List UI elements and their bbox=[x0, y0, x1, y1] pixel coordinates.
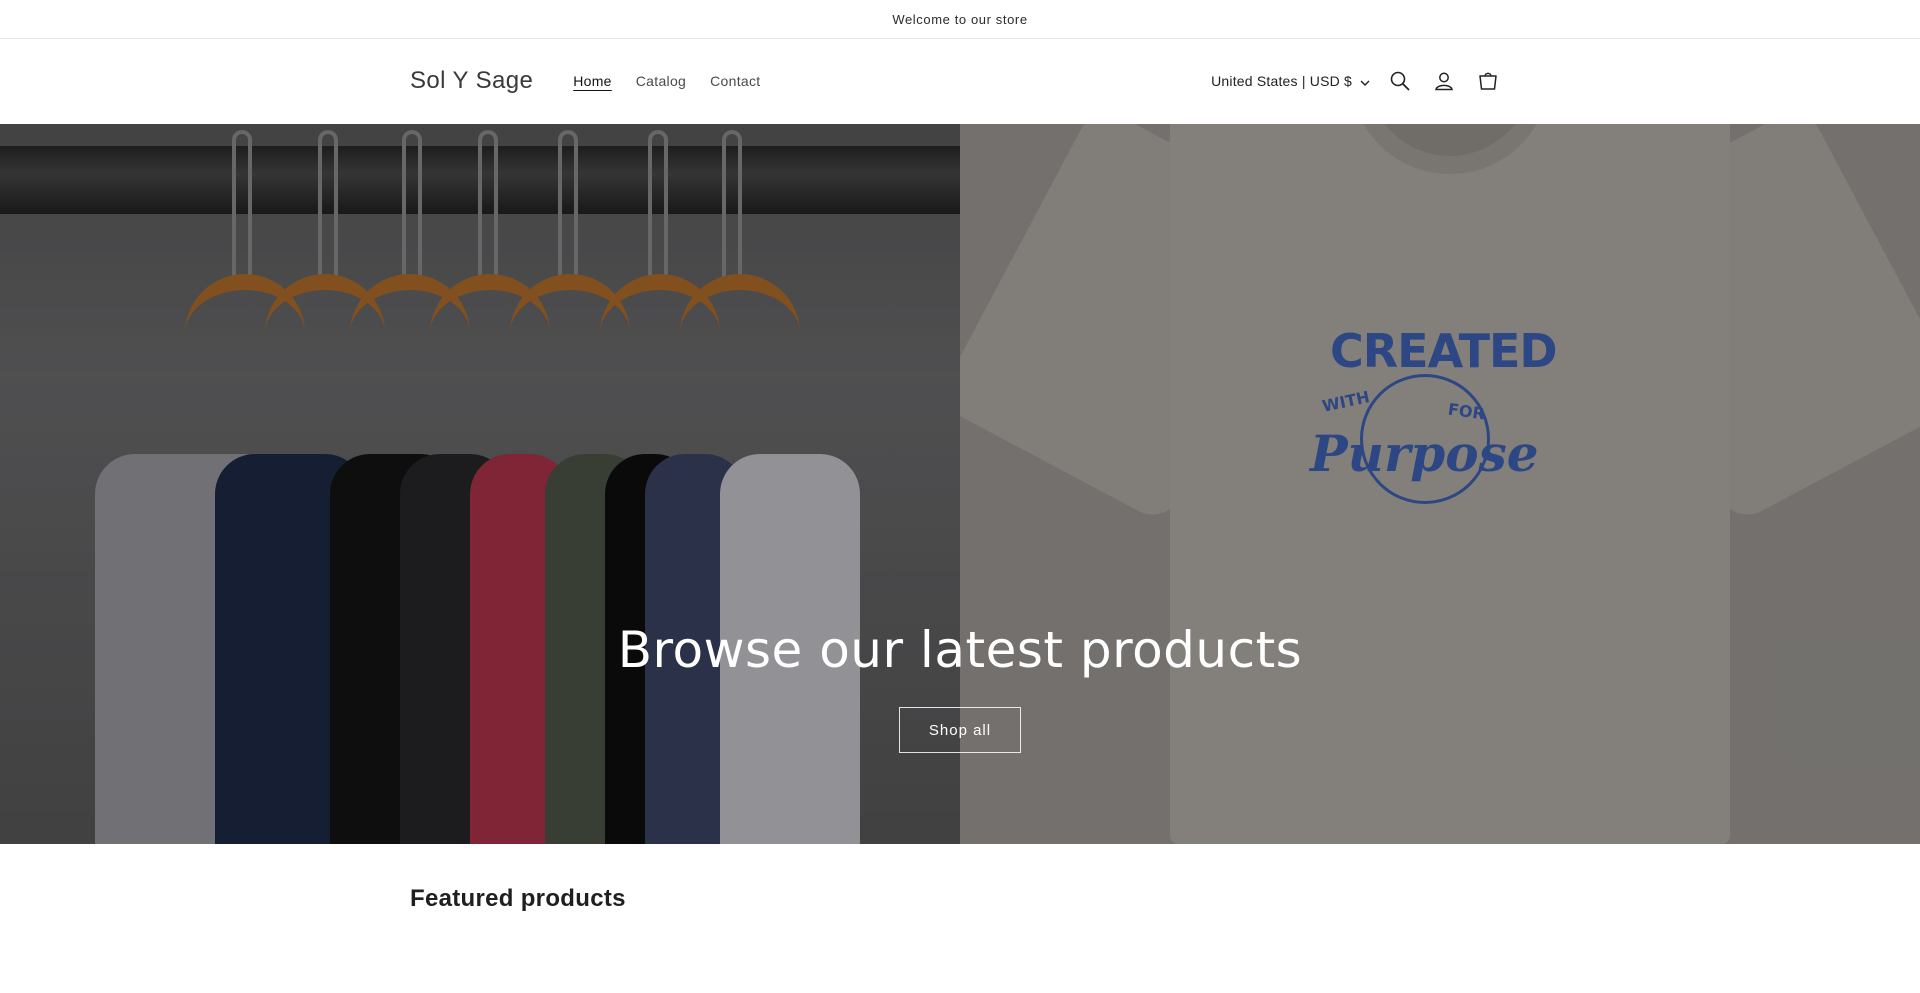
hero-banner: CREATED WITH FOR Purpose Browse our late… bbox=[0, 124, 1920, 844]
account-icon[interactable] bbox=[1422, 59, 1466, 103]
header-actions: United States | USD $ bbox=[1211, 59, 1510, 103]
announcement-text: Welcome to our store bbox=[892, 11, 1028, 27]
shop-all-button[interactable]: Shop all bbox=[899, 707, 1021, 753]
main-nav: Home Catalog Contact bbox=[573, 73, 760, 89]
announcement-bar: Welcome to our store bbox=[0, 0, 1920, 39]
hero-content: Browse our latest products Shop all bbox=[0, 621, 1920, 753]
hero-title: Browse our latest products bbox=[617, 621, 1303, 679]
store-logo[interactable]: Sol Y Sage bbox=[410, 67, 533, 95]
nav-catalog[interactable]: Catalog bbox=[636, 73, 686, 89]
country-currency-selector[interactable]: United States | USD $ bbox=[1211, 73, 1370, 89]
site-header: Sol Y Sage Home Catalog Contact United S… bbox=[0, 39, 1920, 123]
cart-icon[interactable] bbox=[1466, 59, 1510, 103]
header-inner: Sol Y Sage Home Catalog Contact United S… bbox=[410, 39, 1510, 123]
featured-products-heading: Featured products bbox=[410, 885, 626, 912]
chevron-down-icon bbox=[1360, 73, 1370, 89]
nav-contact[interactable]: Contact bbox=[710, 73, 760, 89]
search-icon[interactable] bbox=[1378, 59, 1422, 103]
country-currency-label: United States | USD $ bbox=[1211, 73, 1352, 89]
nav-home[interactable]: Home bbox=[573, 73, 612, 89]
